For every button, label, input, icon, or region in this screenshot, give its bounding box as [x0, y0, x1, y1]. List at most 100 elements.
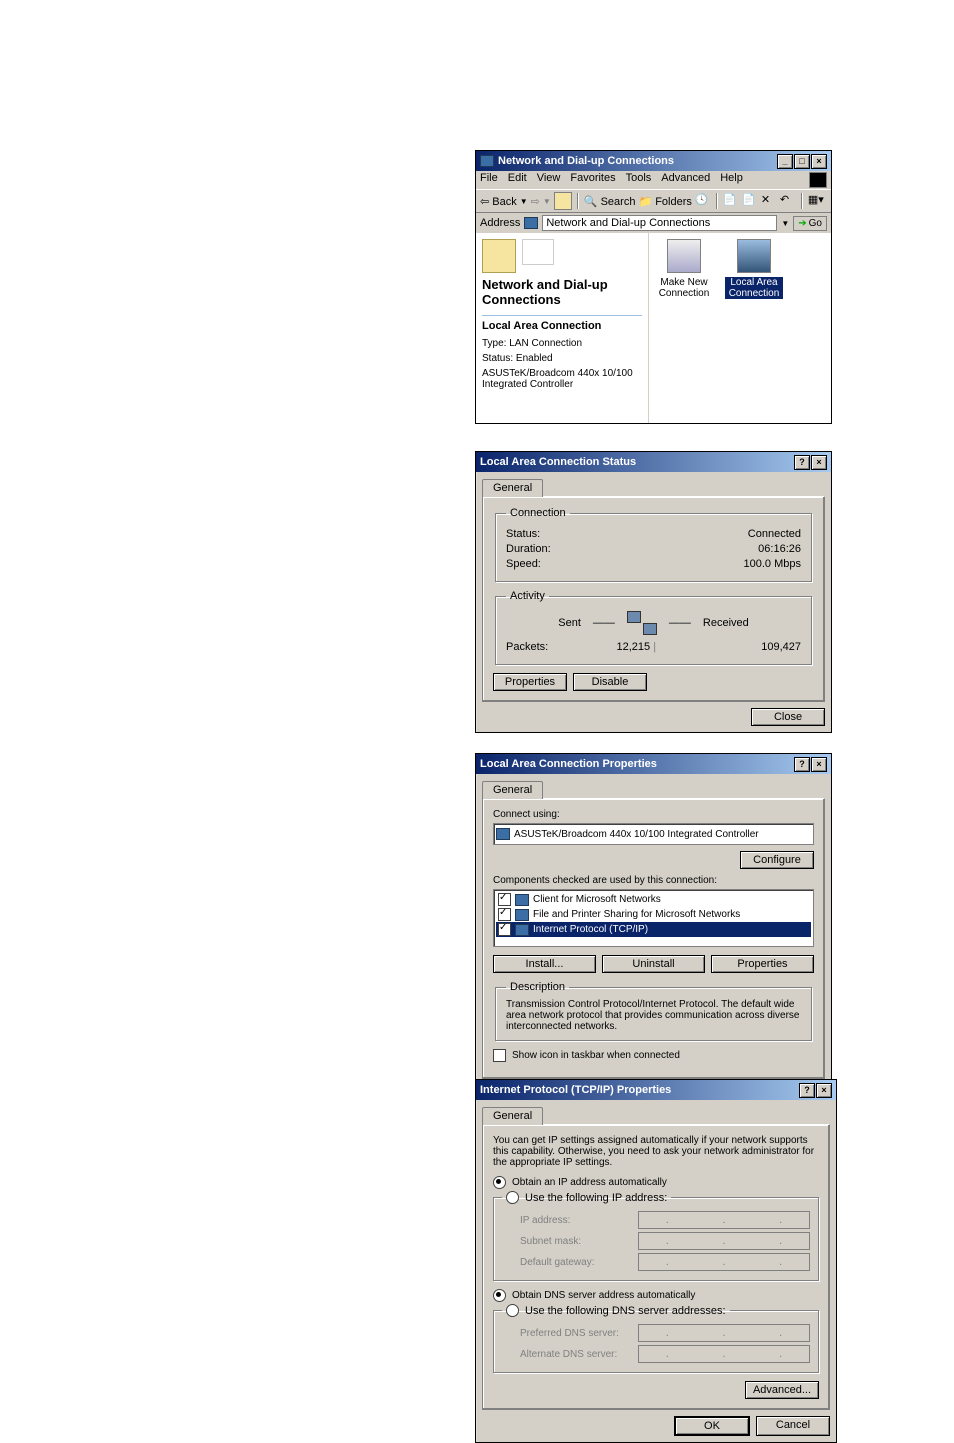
- cancel-button[interactable]: Cancel: [756, 1416, 830, 1436]
- packets-sent: 12,215: [616, 641, 650, 653]
- close-dialog-button[interactable]: Close: [751, 708, 825, 726]
- close-button[interactable]: ×: [811, 154, 827, 169]
- panel-title: Network and Dial-up Connections: [482, 277, 642, 307]
- address-icon: [524, 217, 538, 229]
- menu-favorites[interactable]: Favorites: [570, 172, 615, 188]
- nic-icon: [496, 828, 510, 840]
- back-button[interactable]: ⇦ Back: [480, 195, 517, 208]
- menu-edit[interactable]: Edit: [508, 172, 527, 188]
- use-dns-label: Use the following DNS server addresses:: [525, 1305, 726, 1317]
- activity-legend: Activity: [506, 590, 549, 602]
- help-button[interactable]: ?: [799, 1083, 815, 1098]
- configure-button[interactable]: Configure: [740, 851, 814, 869]
- menu-tools[interactable]: Tools: [626, 172, 652, 188]
- tab-general[interactable]: General: [482, 479, 543, 497]
- use-ip-label: Use the following IP address:: [525, 1192, 667, 1204]
- folder-icon: [482, 239, 516, 273]
- copy-icon[interactable]: 📄: [742, 193, 758, 209]
- auto-ip-radio[interactable]: [493, 1176, 506, 1189]
- close-button[interactable]: ×: [811, 757, 827, 772]
- throbber-icon: [809, 172, 827, 188]
- forward-button[interactable]: ⇨: [531, 195, 540, 208]
- close-button[interactable]: ×: [816, 1083, 832, 1098]
- help-button[interactable]: ?: [794, 757, 810, 772]
- connection-status-dialog: Local Area Connection Status ? × General…: [475, 451, 832, 733]
- show-icon-checkbox[interactable]: [493, 1049, 506, 1062]
- client-icon: [515, 894, 529, 906]
- panel-subtitle: Local Area Connection: [482, 320, 642, 332]
- make-new-connection[interactable]: Make New Connection: [655, 239, 713, 299]
- dialog-body: You can get IP settings assigned automat…: [482, 1124, 830, 1410]
- dialog-title: Local Area Connection Properties: [480, 758, 657, 770]
- menu-help[interactable]: Help: [720, 172, 743, 188]
- checkbox[interactable]: [498, 923, 511, 936]
- left-info-panel: Network and Dial-up Connections Local Ar…: [476, 233, 649, 423]
- uninstall-button[interactable]: Uninstall: [602, 955, 705, 973]
- tab-general[interactable]: General: [482, 781, 543, 799]
- views-icon[interactable]: ▦▾: [808, 193, 824, 209]
- static-ip-group: Use the following IP address: IP address…: [493, 1191, 819, 1281]
- ok-button[interactable]: OK: [674, 1416, 750, 1436]
- connect-using-label: Connect using:: [493, 809, 814, 820]
- speed-label: Speed:: [506, 558, 541, 570]
- list-item: File and Printer Sharing for Microsoft N…: [496, 907, 811, 922]
- menu-advanced[interactable]: Advanced: [661, 172, 710, 188]
- local-area-connection[interactable]: Local Area Connection: [725, 239, 783, 299]
- app-icon: [480, 155, 494, 167]
- panel-type: Type: LAN Connection: [482, 338, 642, 349]
- titlebar[interactable]: Local Area Connection Status ? ×: [476, 452, 831, 472]
- dialog-title: Local Area Connection Status: [480, 456, 636, 468]
- help-button[interactable]: ?: [794, 455, 810, 470]
- duration-label: Duration:: [506, 543, 551, 555]
- use-dns-radio[interactable]: [506, 1304, 519, 1317]
- address-label: Address: [480, 217, 520, 229]
- minimize-button[interactable]: _: [777, 154, 793, 169]
- folders-button[interactable]: 📁 Folders: [638, 195, 691, 208]
- disable-button[interactable]: Disable: [573, 673, 647, 691]
- install-button[interactable]: Install...: [493, 955, 596, 973]
- search-button[interactable]: 🔍 Search: [584, 195, 636, 208]
- titlebar[interactable]: Network and Dial-up Connections _ □ ×: [476, 151, 831, 171]
- advanced-button[interactable]: Advanced...: [745, 1381, 819, 1399]
- tab-general[interactable]: General: [482, 1107, 543, 1125]
- adapter-name: ASUSTeK/Broadcom 440x 10/100 Integrated …: [514, 829, 759, 840]
- alt-dns-input: ...: [638, 1345, 810, 1363]
- speed-value: 100.0 Mbps: [744, 558, 801, 570]
- go-button[interactable]: ➔Go: [793, 216, 827, 231]
- pref-dns-input: ...: [638, 1324, 810, 1342]
- components-list[interactable]: Client for Microsoft Networks File and P…: [493, 889, 814, 947]
- maximize-button[interactable]: □: [794, 154, 810, 169]
- move-icon[interactable]: 📄: [723, 193, 739, 209]
- titlebar[interactable]: Local Area Connection Properties ? ×: [476, 754, 831, 774]
- menu-file[interactable]: File: [480, 172, 498, 188]
- properties-button[interactable]: Properties: [493, 673, 567, 691]
- list-item: Client for Microsoft Networks: [496, 892, 811, 907]
- auto-dns-radio[interactable]: [493, 1289, 506, 1302]
- window-title: Network and Dial-up Connections: [498, 155, 674, 167]
- tcpip-icon: [515, 924, 529, 936]
- static-dns-group: Use the following DNS server addresses: …: [493, 1304, 819, 1373]
- auto-ip-label: Obtain an IP address automatically: [512, 1177, 667, 1188]
- checkbox[interactable]: [498, 908, 511, 921]
- checkbox[interactable]: [498, 893, 511, 906]
- up-icon[interactable]: [554, 192, 572, 210]
- close-button[interactable]: ×: [811, 455, 827, 470]
- fps-icon: [515, 909, 529, 921]
- component-label: Internet Protocol (TCP/IP): [533, 924, 648, 935]
- titlebar[interactable]: Internet Protocol (TCP/IP) Properties ? …: [476, 1080, 836, 1100]
- address-input[interactable]: [542, 215, 777, 231]
- preview-icon: [522, 239, 554, 265]
- undo-icon[interactable]: ↶: [780, 193, 796, 209]
- properties-button[interactable]: Properties: [711, 955, 814, 973]
- connection-group: Connection Status:Connected Duration:06:…: [495, 507, 812, 582]
- history-icon[interactable]: 🕓: [695, 193, 711, 209]
- use-ip-radio[interactable]: [506, 1191, 519, 1204]
- components-label: Components checked are used by this conn…: [493, 875, 814, 886]
- status-value: Connected: [748, 528, 801, 540]
- address-dropdown[interactable]: ▼: [781, 219, 789, 228]
- delete-icon[interactable]: ✕: [761, 193, 777, 209]
- menu-view[interactable]: View: [537, 172, 561, 188]
- tcpip-properties-dialog: Internet Protocol (TCP/IP) Properties ? …: [475, 1079, 837, 1443]
- duration-value: 06:16:26: [758, 543, 801, 555]
- content-area: Network and Dial-up Connections Local Ar…: [476, 233, 831, 423]
